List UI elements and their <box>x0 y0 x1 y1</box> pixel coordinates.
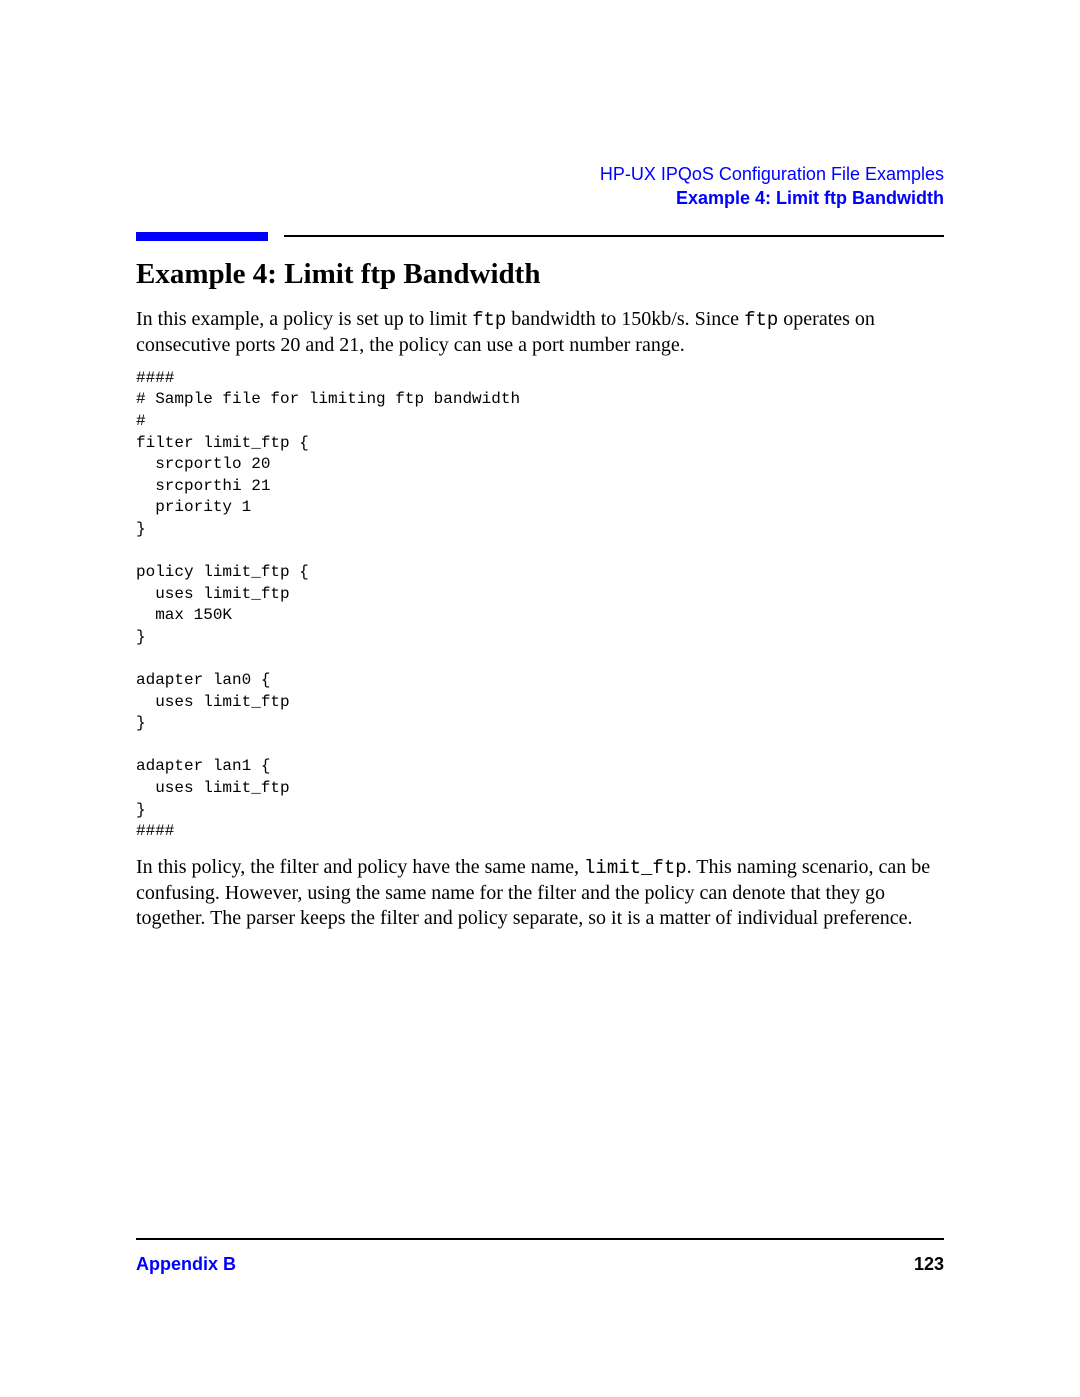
outro-paragraph: In this policy, the filter and policy ha… <box>136 855 944 931</box>
content-area: Example 4: Limit ftp Bandwidth In this e… <box>136 258 944 941</box>
inline-code-limit-ftp: limit_ftp <box>584 857 687 879</box>
inline-code-ftp-1: ftp <box>472 309 506 331</box>
footer: Appendix B 123 <box>136 1238 944 1275</box>
header-chapter: HP-UX IPQoS Configuration File Examples <box>600 162 944 186</box>
footer-rule <box>136 1238 944 1240</box>
footer-appendix: Appendix B <box>136 1254 236 1275</box>
running-header: HP-UX IPQoS Configuration File Examples … <box>600 162 944 211</box>
intro-text-b: bandwidth to 150kb/s. Since <box>506 308 744 330</box>
section-title: Example 4: Limit ftp Bandwidth <box>136 258 944 291</box>
footer-row: Appendix B 123 <box>136 1254 944 1275</box>
page: HP-UX IPQoS Configuration File Examples … <box>0 0 1080 1397</box>
header-rule <box>136 232 944 242</box>
intro-paragraph: In this example, a policy is set up to l… <box>136 307 944 358</box>
page-number: 123 <box>914 1254 944 1275</box>
header-rule-accent <box>136 232 268 241</box>
inline-code-ftp-2: ftp <box>744 309 778 331</box>
code-block: #### # Sample file for limiting ftp band… <box>136 368 944 843</box>
header-rule-line <box>284 235 944 237</box>
intro-text-a: In this example, a policy is set up to l… <box>136 308 472 330</box>
outro-text-a: In this policy, the filter and policy ha… <box>136 856 584 878</box>
header-section: Example 4: Limit ftp Bandwidth <box>600 186 944 210</box>
